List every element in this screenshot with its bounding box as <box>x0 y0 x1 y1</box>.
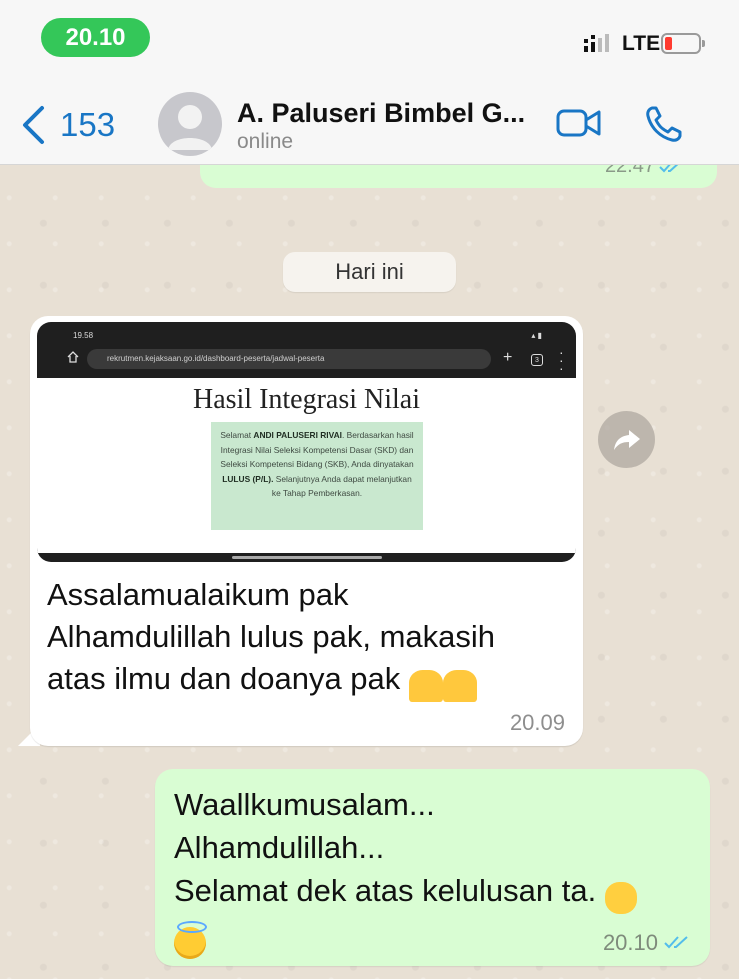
tab-count: 3 <box>531 354 543 366</box>
status-time[interactable]: 20.10 <box>41 18 150 57</box>
video-call-icon[interactable] <box>556 106 602 140</box>
phone-icon[interactable] <box>644 104 684 144</box>
top-bar: 20.10 LTE 153 A. Paluseri Bimbel G... on… <box>0 0 739 165</box>
smiling-face-with-halo-icon <box>174 921 207 959</box>
outgoing-message-time: 20.10 <box>602 930 658 955</box>
contact-name[interactable]: A. Paluseri Bimbel G... <box>237 98 525 129</box>
raising-hands-icon <box>604 882 637 914</box>
candidate-name: ANDI PALUSERI RIVAI <box>253 430 342 440</box>
image-page: Hasil Integrasi Nilai Selamat ANDI PALUS… <box>37 378 576 553</box>
image-status-time: 19.58 <box>73 331 94 340</box>
result-box: Selamat ANDI PALUSERI RIVAI. Berdasarkan… <box>211 422 423 530</box>
gesture-bar <box>232 556 382 559</box>
message-line: Selamat dek atas kelulusan ta. <box>174 869 694 914</box>
signal-icon <box>584 34 609 52</box>
outgoing-message-meta: 20.10 <box>603 930 692 956</box>
battery-icon <box>661 33 705 54</box>
image-url-bar: rekrutmen.kejaksaan.go.id/dashboard-pese… <box>87 349 491 369</box>
chevron-left-icon <box>23 106 44 144</box>
incoming-message-time: 20.09 <box>509 710 565 735</box>
incoming-message-bubble[interactable]: 19.58 ▴ ▮ rekrutmen.kejaksaan.go.id/dash… <box>30 316 583 746</box>
image-signal-icon: ▴ ▮ <box>531 331 542 340</box>
date-separator: Hari ini <box>283 252 456 292</box>
message-line: Waallkumusalam... <box>174 787 435 822</box>
unread-chats-count: 153 <box>60 106 116 143</box>
folded-hands-icon <box>408 670 443 702</box>
double-check-icon <box>664 936 688 949</box>
image-title: Hasil Integrasi Nilai <box>192 384 421 415</box>
result-greeting: Selamat <box>220 430 252 440</box>
message-line: Alhamdulillah... <box>174 830 385 865</box>
share-arrow-icon <box>613 429 640 450</box>
network-label: LTE <box>622 32 661 55</box>
home-icon <box>67 351 79 363</box>
result-closing: Selanjutnya Anda dapat melanjutkan ke Ta… <box>271 473 412 499</box>
attached-image[interactable]: 19.58 ▴ ▮ rekrutmen.kejaksaan.go.id/dash… <box>37 322 576 562</box>
outgoing-message-bubble[interactable]: Waallkumusalam... Alhamdulillah... Selam… <box>155 769 710 966</box>
forward-button[interactable] <box>598 411 655 468</box>
avatar[interactable] <box>158 92 222 156</box>
contact-status: online <box>237 130 294 153</box>
message-line: Alhamdulillah lulus pak, makasih <box>47 619 496 654</box>
default-avatar-icon <box>168 105 212 150</box>
incoming-message-text: Assalamualaikum pak Alhamdulillah lulus … <box>47 574 567 702</box>
message-line: atas ilmu dan doanya pak <box>47 658 567 702</box>
more-icon: · · · <box>559 344 564 376</box>
back-button[interactable]: 153 <box>20 100 130 150</box>
result-status: LULUS (P/L). <box>222 473 274 484</box>
folded-hands-icon <box>442 670 477 702</box>
new-tab-icon: + <box>503 349 513 366</box>
message-line: Assalamualaikum pak <box>47 577 349 612</box>
